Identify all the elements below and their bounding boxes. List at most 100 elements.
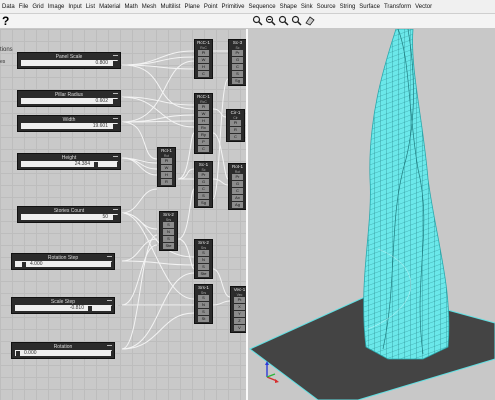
node-input-pin[interactable]: Pl — [161, 158, 172, 164]
output-port[interactable] — [115, 349, 118, 352]
menu-item-data[interactable]: Data — [0, 4, 17, 10]
slider-knob[interactable] — [94, 162, 98, 167]
node-input-pin[interactable]: Z — [234, 318, 245, 324]
node-series-3[interactable]: Srs-2 Srs S N S Ste — [194, 239, 213, 279]
node-input-pin[interactable]: G — [232, 181, 243, 187]
node-input-pin[interactable]: Pl — [198, 50, 209, 56]
node-input-pin[interactable]: S — [232, 71, 243, 77]
node-input-pin[interactable]: X — [234, 304, 245, 310]
node-input-pin[interactable]: W — [198, 111, 209, 117]
output-port[interactable] — [115, 260, 118, 263]
eraser-icon[interactable] — [304, 15, 315, 26]
node-input-pin[interactable]: S — [198, 309, 209, 315]
node-input-pin[interactable]: S — [163, 222, 174, 228]
node-scale-1[interactable]: Sc-1 Sc Pr G C S Sg — [194, 161, 213, 208]
scale-step-slider[interactable]: Scale Step -0.810 — [11, 297, 118, 314]
node-input-pin[interactable]: N — [198, 257, 209, 263]
zoom-in-icon[interactable] — [265, 15, 276, 26]
menu-item-math[interactable]: Math — [122, 4, 139, 10]
node-input-pin[interactable]: R — [230, 127, 241, 133]
node-input-pin[interactable]: S — [163, 236, 174, 242]
node-input-pin[interactable]: St — [198, 316, 209, 322]
node-input-pin[interactable]: C — [198, 186, 209, 192]
slider-knob[interactable] — [113, 124, 117, 129]
menu-item-mesh[interactable]: Mesh — [140, 4, 159, 10]
zoom-extents-icon[interactable] — [252, 15, 263, 26]
node-input-pin[interactable]: R — [161, 179, 172, 185]
menu-item-input[interactable]: Input — [66, 4, 83, 10]
menu-item-sequence[interactable]: Sequence — [247, 4, 278, 10]
node-input-pin[interactable]: Pt — [234, 297, 245, 303]
menu-item-string[interactable]: String — [338, 4, 358, 10]
node-input-pin[interactable]: Ry — [198, 132, 209, 138]
node-input-pin[interactable]: Ste — [198, 271, 209, 277]
node-input-pin[interactable]: C — [230, 134, 241, 140]
menu-item-point[interactable]: Point — [202, 4, 220, 10]
node-input-pin[interactable]: H — [198, 118, 209, 124]
node-input-pin[interactable]: N — [163, 229, 174, 235]
node-input-pin[interactable]: Ste — [163, 243, 174, 249]
menu-item-file[interactable]: File — [17, 4, 31, 10]
rotation-step-slider[interactable]: Rotation Step 4.000 — [11, 253, 118, 270]
menu-item-surface[interactable]: Surface — [357, 4, 382, 10]
node-input-pin[interactable]: W — [198, 57, 209, 63]
node-rectangle-1[interactable]: Rct-1 Rct Pl W H R — [157, 147, 176, 187]
output-port[interactable] — [115, 304, 118, 307]
node-series-1[interactable]: Srs-1 Srs S N S St — [194, 284, 213, 324]
node-input-pin[interactable]: S — [198, 264, 209, 270]
node-input-pin[interactable]: Ax — [232, 195, 243, 201]
width-slider[interactable]: Width 19.601 — [17, 115, 124, 132]
menu-item-primitive[interactable]: Primitive — [220, 4, 247, 10]
slider-knob[interactable] — [22, 262, 26, 267]
menu-item-transform[interactable]: Transform — [382, 4, 413, 10]
output-port[interactable] — [121, 160, 124, 163]
zoom-out-icon[interactable] — [278, 15, 289, 26]
node-rectangle-curve-1[interactable]: RcC-1 RcC Pl W H C — [194, 39, 213, 79]
node-input-pin[interactable]: Pl — [230, 120, 241, 126]
node-rectangle-curve-2[interactable]: RcC-1 RcC Pl W H Rx Ry P C — [194, 93, 213, 154]
node-input-pin[interactable]: Ag — [232, 202, 243, 208]
node-input-pin[interactable]: C — [198, 146, 209, 152]
menu-item-plane[interactable]: Plane — [182, 4, 201, 10]
node-input-pin[interactable]: Sg — [232, 78, 243, 84]
node-input-pin[interactable]: P — [198, 139, 209, 145]
rotation-slider[interactable]: Rotation 0.000 — [11, 342, 118, 359]
node-input-pin[interactable]: C — [232, 64, 243, 70]
node-input-pin[interactable]: Pl — [198, 104, 209, 110]
menu-item-multilist[interactable]: Multilist — [158, 4, 182, 10]
slider-knob[interactable] — [113, 215, 117, 220]
node-input-pin[interactable]: Y — [234, 311, 245, 317]
menu-item-source[interactable]: Source — [315, 4, 338, 10]
slider-knob[interactable] — [88, 306, 92, 311]
output-port[interactable] — [121, 59, 124, 62]
menu-item-shape[interactable]: Shape — [278, 4, 299, 10]
node-input-pin[interactable]: N — [198, 302, 209, 308]
output-port[interactable] — [121, 97, 124, 100]
height-slider[interactable]: Height 24.384 — [17, 153, 124, 170]
slider-knob[interactable] — [113, 99, 117, 104]
node-input-pin[interactable]: S — [198, 250, 209, 256]
node-series-2[interactable]: Srs-2 Srs S N S Ste — [159, 211, 178, 251]
menu-item-material[interactable]: Material — [97, 4, 122, 10]
menu-item-sink[interactable]: Sink — [299, 4, 315, 10]
node-scale-3[interactable]: Sc-3 Sc Pr G C S Sg — [228, 39, 246, 86]
slider-track[interactable] — [21, 161, 117, 167]
zoom-fit-icon[interactable] — [291, 15, 302, 26]
menu-item-vector[interactable]: Vector — [413, 4, 434, 10]
node-input-pin[interactable]: H — [161, 172, 172, 178]
node-input-pin[interactable]: W — [161, 165, 172, 171]
3d-viewport[interactable] — [248, 29, 495, 400]
menu-item-image[interactable]: Image — [46, 4, 67, 10]
node-input-pin[interactable]: Sg — [198, 200, 209, 206]
output-port[interactable] — [121, 213, 124, 216]
node-circle-1[interactable]: Cir-1 Cir Pl R C — [226, 109, 245, 142]
help-button[interactable]: ? — [2, 14, 9, 28]
node-input-pin[interactable]: H — [198, 64, 209, 70]
node-input-pin[interactable]: C — [198, 71, 209, 77]
pillar-radius-slider[interactable]: Pillar Radius 0.602 — [17, 90, 124, 107]
node-rotate-1[interactable]: Rot-1 Rot Pr G C Ax Ag — [228, 163, 246, 210]
node-input-pin[interactable]: V — [234, 325, 245, 331]
menu-item-list[interactable]: List — [84, 4, 97, 10]
node-input-pin[interactable]: G — [198, 179, 209, 185]
node-input-pin[interactable]: Pr — [232, 50, 243, 56]
